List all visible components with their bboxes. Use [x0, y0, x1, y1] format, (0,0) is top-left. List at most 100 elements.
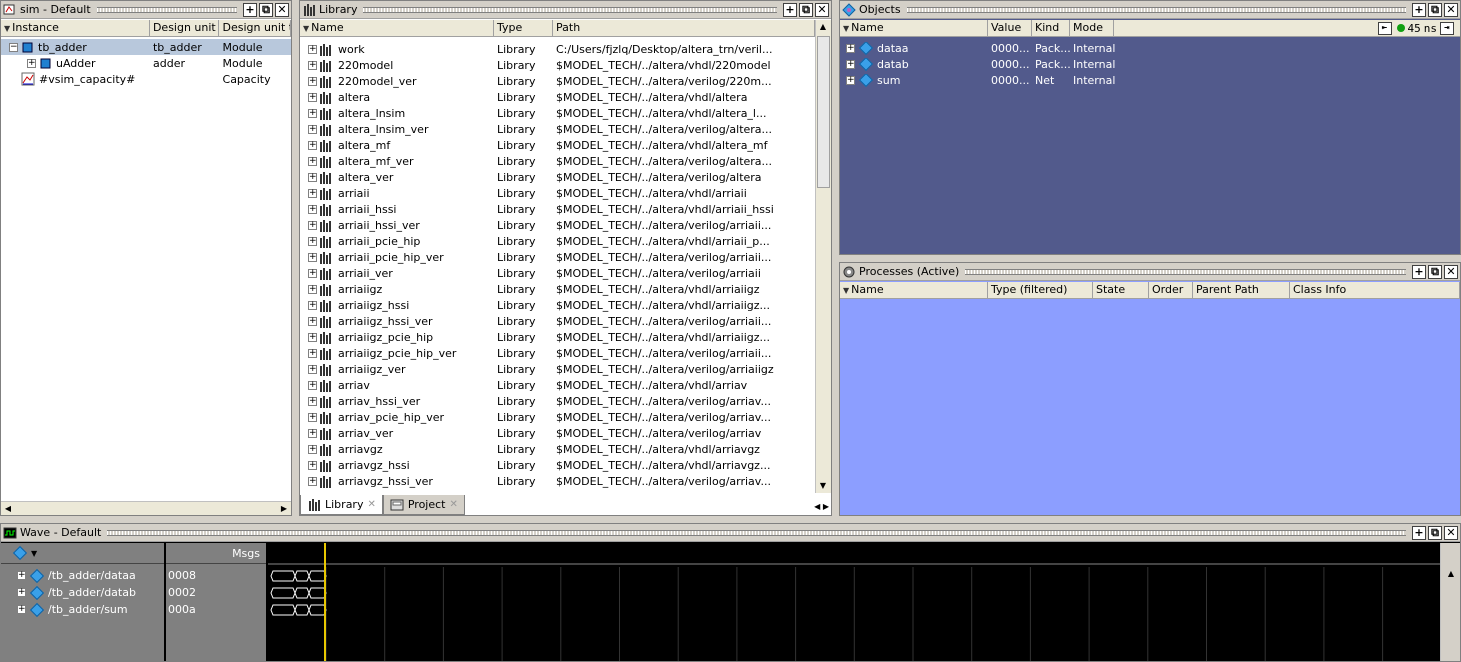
library-row[interactable]: + altera_mf_ver Library $MODEL_TECH/../alte… — [300, 153, 815, 169]
expand-icon[interactable]: + — [308, 332, 317, 342]
library-row[interactable]: + arriaii_ver Library $MODEL_TECH/../altera… — [300, 265, 815, 281]
scroll-down-icon[interactable]: ▼ — [816, 479, 830, 493]
tree-row-vsim-capacity[interactable]: #vsim_capacity# Capacity — [1, 71, 291, 87]
library-row[interactable]: + altera_mf Library $MODEL_TECH/../altera/v… — [300, 137, 815, 153]
expand-icon[interactable]: + — [308, 252, 317, 262]
expand-icon[interactable]: + — [308, 156, 317, 166]
col-path[interactable]: Path — [553, 20, 815, 36]
expand-icon[interactable]: + — [308, 188, 317, 198]
tab-close-icon[interactable]: ✕ — [450, 499, 458, 510]
tab-close-icon[interactable]: ✕ — [367, 499, 375, 510]
expand-icon[interactable]: + — [308, 300, 317, 310]
expand-icon[interactable]: + — [308, 364, 317, 374]
col-obj-name[interactable]: Name — [840, 20, 988, 36]
tab-scroll-arrows[interactable]: ◀ ▶ — [814, 502, 829, 511]
library-row[interactable]: +220model Library $MODEL_TECH/../altera/vh… — [300, 57, 815, 73]
expand-icon[interactable]: + — [17, 571, 26, 580]
library-row[interactable]: + arriaiigz Library $MODEL_TECH/../altera/v… — [300, 281, 815, 297]
processes-add-button[interactable]: + — [1412, 264, 1426, 279]
expand-icon[interactable]: + — [308, 92, 317, 102]
col-obj-value[interactable]: Value — [988, 20, 1032, 36]
expand-icon[interactable]: + — [308, 476, 317, 486]
expand-icon[interactable]: + — [308, 220, 317, 230]
expand-icon[interactable]: + — [27, 58, 36, 68]
wave-vscroll[interactable]: ▲ — [1440, 543, 1460, 661]
objects-undock-button[interactable]: ⧉ — [1428, 2, 1442, 17]
tab-project[interactable]: Project ✕ — [382, 495, 465, 515]
library-row[interactable]: + arriaii_pcie_hip Library $MODEL_TECH/../a… — [300, 233, 815, 249]
expand-icon[interactable]: + — [308, 268, 317, 278]
library-undock-button[interactable]: ⧉ — [799, 2, 813, 17]
wave-add-button[interactable]: + — [1412, 525, 1426, 540]
expand-icon[interactable]: + — [308, 172, 317, 182]
expand-icon[interactable]: + — [308, 396, 317, 406]
library-vscroll[interactable]: ▲ ▼ — [815, 20, 831, 493]
expand-icon[interactable]: + — [308, 284, 317, 294]
object-row-sum[interactable]: + sum 0000... Net Internal — [840, 72, 1460, 88]
col-design-unit[interactable]: Design unit — [150, 20, 220, 36]
col-instance[interactable]: Instance — [1, 20, 150, 36]
expand-icon[interactable]: + — [846, 75, 855, 85]
sim-hscroll[interactable]: ◀ ▶ — [1, 501, 291, 515]
library-row[interactable]: + arriav Library $MODEL_TECH/../altera/vhdl… — [300, 377, 815, 393]
wave-signal-row[interactable]: +/tb_adder/dataa — [1, 567, 164, 584]
library-row[interactable]: +220model_ver Library $MODEL_TECH/../alter… — [300, 73, 815, 89]
library-row[interactable]: + arriaii_pcie_hip_ver Library $MODEL_TECH/… — [300, 249, 815, 265]
col-obj-kind[interactable]: Kind — [1032, 20, 1070, 36]
expand-icon[interactable]: + — [308, 428, 317, 438]
library-row[interactable]: + arriav_hssi_ver Library $MODEL_TECH/../al… — [300, 393, 815, 409]
scroll-up-icon[interactable]: ▲ — [816, 20, 830, 34]
library-row[interactable]: + arriavgz_hssi Library $MODEL_TECH/../alte… — [300, 457, 815, 473]
library-row[interactable]: + arriavgz Library $MODEL_TECH/../altera/vh… — [300, 441, 815, 457]
col-proc-order[interactable]: Order — [1149, 282, 1193, 298]
col-design-unit-type[interactable]: Design unit typ — [219, 20, 291, 36]
expand-icon[interactable]: + — [308, 444, 317, 454]
wave-close-button[interactable]: ✕ — [1444, 525, 1458, 540]
col-obj-mode[interactable]: Mode — [1070, 20, 1114, 36]
wave-undock-button[interactable]: ⧉ — [1428, 525, 1442, 540]
objects-add-button[interactable]: + — [1412, 2, 1426, 17]
expand-icon[interactable]: + — [846, 59, 855, 69]
sim-close-button[interactable]: ✕ — [275, 2, 289, 17]
object-row-datab[interactable]: + datab 0000... Pack... Internal — [840, 56, 1460, 72]
library-row[interactable]: + altera_lnsim_ver Library $MODEL_TECH/../a… — [300, 121, 815, 137]
library-row[interactable]: + altera Library $MODEL_TECH/../altera/vhdl… — [300, 89, 815, 105]
sim-add-button[interactable]: + — [243, 2, 257, 17]
expand-icon[interactable]: + — [17, 588, 26, 597]
library-row[interactable]: + altera_ver Library $MODEL_TECH/../altera/… — [300, 169, 815, 185]
expand-icon[interactable]: + — [308, 412, 317, 422]
step-forward-icon[interactable]: ⇥ — [1440, 21, 1454, 35]
col-proc-type[interactable]: Type (filtered) — [988, 282, 1093, 298]
library-add-button[interactable]: + — [783, 2, 797, 17]
object-row-dataa[interactable]: + dataa 0000... Pack... Internal — [840, 40, 1460, 56]
wave-signal-row[interactable]: +/tb_adder/sum — [1, 601, 164, 618]
library-row[interactable]: + arriaii_hssi Library $MODEL_TECH/../alter… — [300, 201, 815, 217]
expand-icon[interactable]: + — [308, 380, 317, 390]
expand-icon[interactable]: + — [308, 236, 317, 246]
expand-icon[interactable]: + — [308, 60, 317, 70]
library-close-button[interactable]: ✕ — [815, 2, 829, 17]
wave-signal-row[interactable]: +/tb_adder/datab — [1, 584, 164, 601]
scroll-right-icon[interactable]: ▶ — [277, 502, 291, 515]
expand-icon[interactable]: + — [17, 605, 26, 614]
library-row[interactable]: + work Library C:/Users/fjzlq/Desktop/alter… — [300, 41, 815, 57]
waveform-area[interactable] — [268, 543, 1440, 661]
col-proc-state[interactable]: State — [1093, 282, 1149, 298]
expand-icon[interactable]: + — [308, 140, 317, 150]
library-row[interactable]: + arriav_ver Library $MODEL_TECH/../altera/… — [300, 425, 815, 441]
expand-icon[interactable]: + — [308, 348, 317, 358]
library-row[interactable]: + arriav_pcie_hip_ver Library $MODEL_TECH/.… — [300, 409, 815, 425]
expand-icon[interactable]: + — [308, 76, 317, 86]
signal-group-icon[interactable] — [12, 545, 28, 561]
processes-undock-button[interactable]: ⧉ — [1428, 264, 1442, 279]
library-row[interactable]: + arriavgz_hssi_ver Library $MODEL_TECH/../… — [300, 473, 815, 489]
library-row[interactable]: + arriaiigz_pcie_hip_ver Library $MODEL_TEC… — [300, 345, 815, 361]
scroll-left-icon[interactable]: ◀ — [1, 502, 15, 515]
tab-library[interactable]: Library ✕ — [300, 495, 383, 515]
objects-drag-handle[interactable] — [906, 6, 1406, 13]
expand-icon[interactable]: + — [308, 44, 317, 54]
library-drag-handle[interactable] — [363, 6, 777, 13]
step-back-icon[interactable]: ⇤ — [1377, 21, 1392, 35]
library-scroll-thumb[interactable] — [817, 36, 830, 188]
wave-drag-handle[interactable] — [107, 529, 1406, 536]
